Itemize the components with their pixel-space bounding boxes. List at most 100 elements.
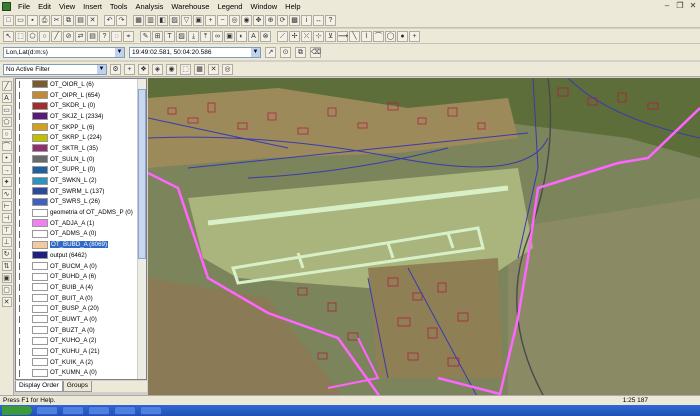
menu-insert[interactable]: Insert xyxy=(79,2,106,11)
layer-style-swatch[interactable] xyxy=(32,176,48,185)
plus-tool-icon[interactable]: + xyxy=(409,30,420,42)
layer-item[interactable]: OT_BUIT_A (0) xyxy=(16,293,146,304)
layer-list-scrollbar[interactable] xyxy=(137,79,146,379)
layer-style-swatch[interactable] xyxy=(32,101,48,110)
new-icon[interactable]: □ xyxy=(3,14,14,26)
import-icon[interactable]: ⤓ xyxy=(188,30,199,42)
locate-icon[interactable]: ⌖ xyxy=(123,30,134,42)
open-icon[interactable]: ▭ xyxy=(15,14,26,26)
taskbar-app-button[interactable] xyxy=(88,406,110,415)
select-area-icon[interactable]: ⬚ xyxy=(15,30,26,42)
align-bottom-icon[interactable]: ⊥ xyxy=(1,237,12,247)
layer-style-swatch[interactable] xyxy=(32,315,48,324)
start-button[interactable] xyxy=(2,406,32,415)
layer-style-swatch[interactable] xyxy=(32,251,48,260)
coordinate-system-select[interactable]: Lon,Lat(d:m:s) ▼ xyxy=(3,46,125,58)
point-tool-icon[interactable]: ● xyxy=(397,30,408,42)
vertex-icon[interactable]: ⟋ xyxy=(277,30,288,42)
layer-style-swatch[interactable] xyxy=(32,155,48,164)
draw-arrow-icon[interactable]: → xyxy=(1,165,12,175)
delete-icon[interactable]: ✕ xyxy=(87,14,98,26)
layer-item[interactable]: output (6462) xyxy=(16,250,146,261)
draw-polygon-icon[interactable]: ⬠ xyxy=(1,117,12,127)
layer-item[interactable]: OT_ADMS_A (0) xyxy=(16,229,146,240)
menu-warehouse[interactable]: Warehouse xyxy=(167,2,213,11)
tab-groups[interactable]: Groups xyxy=(62,381,93,392)
arc-icon[interactable]: ⌒ xyxy=(373,30,384,42)
menu-help[interactable]: Help xyxy=(281,2,304,11)
layer-visible-icon[interactable]: ◉ xyxy=(166,63,177,75)
layer-style-swatch[interactable] xyxy=(32,165,48,174)
select-circle-icon[interactable]: ○ xyxy=(39,30,50,42)
help-icon[interactable]: ? xyxy=(325,14,336,26)
draw-point-icon[interactable]: • xyxy=(1,153,12,163)
select-icon[interactable]: ↖ xyxy=(3,30,14,42)
mouse-mode-icon[interactable]: ↗ xyxy=(265,46,276,58)
draw-symbol-icon[interactable]: ✦ xyxy=(1,177,12,187)
filter-settings-icon[interactable]: ⚙ xyxy=(110,63,121,75)
layer-item[interactable]: OT_KUIK_A (2) xyxy=(16,357,146,368)
draw-curve-icon[interactable]: ∿ xyxy=(1,189,12,199)
layer-style-swatch[interactable] xyxy=(32,283,48,292)
layer-style-swatch[interactable] xyxy=(32,112,48,121)
erase-icon[interactable]: ⌫ xyxy=(310,46,321,58)
layer-style-swatch[interactable] xyxy=(32,133,48,142)
copy-coords-icon[interactable]: ⧉ xyxy=(295,46,306,58)
layer-item[interactable]: OT_SUPR_L (0) xyxy=(16,165,146,176)
draw-line-icon[interactable]: ╱ xyxy=(1,81,12,91)
line-tool-icon[interactable]: ╲ xyxy=(349,30,360,42)
filter-icon[interactable]: ▽ xyxy=(181,14,192,26)
select-polygon-icon[interactable]: ⬠ xyxy=(27,30,38,42)
layer-style-swatch[interactable] xyxy=(32,197,48,206)
layer-table-icon[interactable]: ▦ xyxy=(194,63,205,75)
clear-selection-icon[interactable]: ⊘ xyxy=(63,30,74,42)
paste-icon[interactable]: ▤ xyxy=(75,14,86,26)
table-icon[interactable]: ▥ xyxy=(145,14,156,26)
layer-item[interactable]: OT_KUMN_A (0) xyxy=(16,368,146,379)
menu-window[interactable]: Window xyxy=(246,2,281,11)
draw-rect-icon[interactable]: ▭ xyxy=(1,105,12,115)
legend-icon[interactable]: ▣ xyxy=(193,14,204,26)
layer-item[interactable]: geometria of OT_ADMS_P (0) xyxy=(16,207,146,218)
layer-style-swatch[interactable] xyxy=(32,336,48,345)
select-line-icon[interactable]: ╱ xyxy=(51,30,62,42)
buffer-icon[interactable]: ◌ xyxy=(111,30,122,42)
menu-edit[interactable]: Edit xyxy=(34,2,55,11)
map-canvas[interactable] xyxy=(148,78,700,404)
flip-icon[interactable]: ⇅ xyxy=(1,261,12,271)
style-icon[interactable]: ◐ xyxy=(236,30,247,42)
image-icon[interactable]: ▨ xyxy=(176,30,187,42)
layer-item[interactable]: OT_BUCM_A (0) xyxy=(16,261,146,272)
redo-icon[interactable]: ↷ xyxy=(116,14,127,26)
layer-style-swatch[interactable] xyxy=(32,144,48,153)
layer-style-swatch[interactable] xyxy=(32,229,48,238)
draw-arc-icon[interactable]: ⌒ xyxy=(1,141,12,151)
link-icon[interactable]: ∞ xyxy=(212,30,223,42)
chevron-down-icon[interactable]: ▼ xyxy=(251,47,260,57)
layer-item[interactable]: OT_SKJZ_L (2334) xyxy=(16,111,146,122)
group-icon[interactable]: ▣ xyxy=(1,273,12,283)
layer-item[interactable]: OT_BUWT_A (0) xyxy=(16,314,146,325)
draw-circle-icon[interactable]: ○ xyxy=(1,129,12,139)
draw-text-icon[interactable]: A xyxy=(1,93,12,103)
menu-analysis[interactable]: Analysis xyxy=(131,2,167,11)
align-top-icon[interactable]: ⊤ xyxy=(1,225,12,235)
layer-item[interactable]: OT_OIOR_L (6) xyxy=(16,79,146,90)
layer-style-icon[interactable]: ◈ xyxy=(152,63,163,75)
goto-icon[interactable]: ⊙ xyxy=(280,46,291,58)
refresh-icon[interactable]: ⟳ xyxy=(277,14,288,26)
measure-icon[interactable]: ↔ xyxy=(313,14,324,26)
zoom-in-icon[interactable]: + xyxy=(205,14,216,26)
layer-style-swatch[interactable] xyxy=(32,123,48,132)
layer-style-swatch[interactable] xyxy=(32,219,48,228)
save-icon[interactable]: ▪ xyxy=(27,14,38,26)
layer-item[interactable]: OT_KUHO_A (2) xyxy=(16,336,146,347)
layer-style-swatch[interactable] xyxy=(32,240,48,249)
scrollbar-thumb[interactable] xyxy=(138,89,146,259)
align-right-icon[interactable]: ⊣ xyxy=(1,213,12,223)
coordinate-readout[interactable]: 19:49:02.581, 50:04:20.586 ▼ xyxy=(129,46,261,58)
polyline-icon[interactable]: ⌇ xyxy=(361,30,372,42)
taskbar-app-button[interactable] xyxy=(62,406,84,415)
chevron-down-icon[interactable]: ▼ xyxy=(97,64,106,74)
layer-frame-icon[interactable]: ⬚ xyxy=(180,63,191,75)
